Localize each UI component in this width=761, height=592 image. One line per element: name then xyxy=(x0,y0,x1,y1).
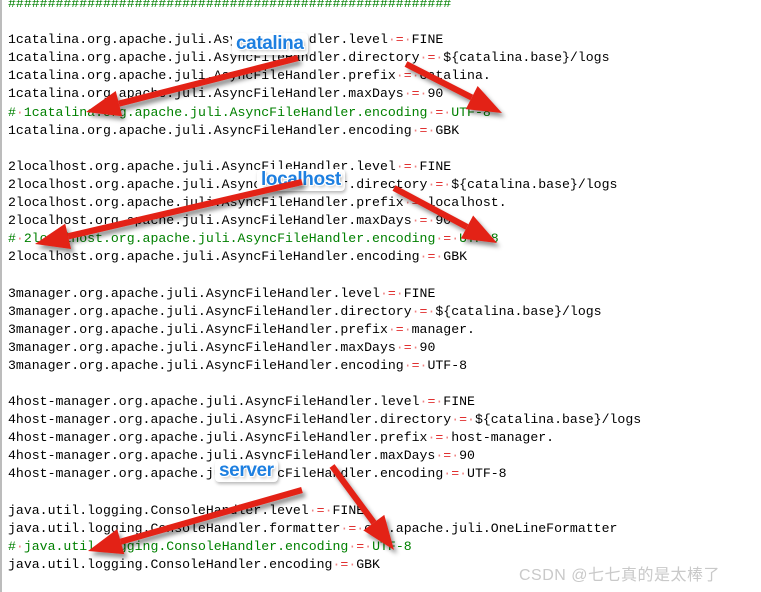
code-line[interactable]: 3manager.org.apache.juli.AsyncFileHandle… xyxy=(8,339,758,357)
code-line[interactable]: 2localhost.org.apache.juli.AsyncFileHand… xyxy=(8,176,758,194)
code-line[interactable]: java.util.logging.ConsoleHandler.formatt… xyxy=(8,520,758,538)
annotation-label-catalina: catalina xyxy=(232,33,308,55)
code-line[interactable] xyxy=(8,13,758,31)
code-line[interactable]: 3manager.org.apache.juli.AsyncFileHandle… xyxy=(8,321,758,339)
code-line[interactable] xyxy=(8,484,758,502)
code-line[interactable]: #·1catalina.org.apache.juli.AsyncFileHan… xyxy=(8,104,758,122)
code-line[interactable]: 4host-manager.org.apache.juli.AsyncFileH… xyxy=(8,411,758,429)
annotation-label-server: server xyxy=(215,460,278,482)
code-line[interactable]: 1catalina.org.apache.juli.AsyncFileHandl… xyxy=(8,31,758,49)
code-line[interactable]: 4host-manager.org.apache.juli.AsyncFileH… xyxy=(8,465,758,483)
code-line[interactable]: 2localhost.org.apache.juli.AsyncFileHand… xyxy=(8,194,758,212)
code-line[interactable]: ########################################… xyxy=(8,0,758,13)
code-line[interactable]: 1catalina.org.apache.juli.AsyncFileHandl… xyxy=(8,67,758,85)
code-line[interactable]: 4host-manager.org.apache.juli.AsyncFileH… xyxy=(8,447,758,465)
code-line[interactable] xyxy=(8,140,758,158)
annotation-label-localhost: localhost xyxy=(257,169,345,191)
code-line[interactable]: 4host-manager.org.apache.juli.AsyncFileH… xyxy=(8,429,758,447)
code-line[interactable]: 2localhost.org.apache.juli.AsyncFileHand… xyxy=(8,248,758,266)
code-line[interactable]: 2localhost.org.apache.juli.AsyncFileHand… xyxy=(8,158,758,176)
code-line[interactable] xyxy=(8,266,758,284)
code-line[interactable]: 1catalina.org.apache.juli.AsyncFileHandl… xyxy=(8,49,758,67)
code-line[interactable]: 3manager.org.apache.juli.AsyncFileHandle… xyxy=(8,285,758,303)
code-line[interactable]: 2localhost.org.apache.juli.AsyncFileHand… xyxy=(8,212,758,230)
code-line[interactable]: 4host-manager.org.apache.juli.AsyncFileH… xyxy=(8,393,758,411)
code-line[interactable]: 1catalina.org.apache.juli.AsyncFileHandl… xyxy=(8,122,758,140)
code-line[interactable]: java.util.logging.ConsoleHandler.level·=… xyxy=(8,502,758,520)
code-editor-view[interactable]: ########################################… xyxy=(0,0,761,592)
code-lines-container[interactable]: ########################################… xyxy=(8,0,758,592)
code-line[interactable]: 3manager.org.apache.juli.AsyncFileHandle… xyxy=(8,303,758,321)
code-line[interactable] xyxy=(8,375,758,393)
code-line[interactable]: #·2localhost.org.apache.juli.AsyncFileHa… xyxy=(8,230,758,248)
code-line[interactable]: 1catalina.org.apache.juli.AsyncFileHandl… xyxy=(8,85,758,103)
code-line[interactable]: 3manager.org.apache.juli.AsyncFileHandle… xyxy=(8,357,758,375)
code-line[interactable]: #·java.util.logging.ConsoleHandler.encod… xyxy=(8,538,758,556)
csdn-watermark: CSDN @七七真的是太棒了 xyxy=(519,567,721,584)
